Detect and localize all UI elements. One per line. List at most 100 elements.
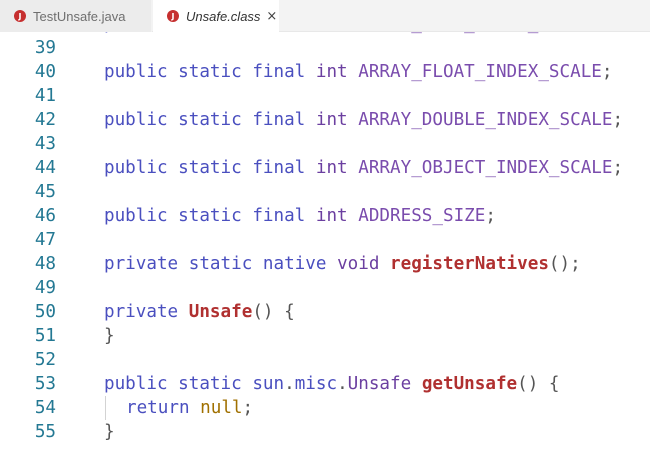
code-token: final (252, 110, 306, 130)
line-number: 42 (34, 110, 56, 130)
close-icon[interactable]: × (266, 9, 277, 24)
tab-bar: J TestUnsafe.java J Unsafe.class × (0, 0, 650, 32)
line-number: 55 (34, 422, 56, 442)
code-line: 46 public static final int ADDRESS_SIZE; (0, 204, 650, 228)
code-text: public static final int ARRAY_OBJECT_IND… (104, 156, 623, 180)
code-token: return (126, 398, 190, 418)
code-text: public static final int ADDRESS_SIZE; (104, 204, 496, 228)
code-line: 41 (0, 84, 650, 108)
code-token: Unsafe (188, 302, 253, 322)
code-text: } (104, 420, 115, 444)
line-number: 50 (34, 302, 56, 322)
code-editor[interactable]: 38public static final int ARRAY_LONG_IND… (0, 32, 650, 453)
code-token: int (316, 32, 348, 34)
tab-testunsafe-java[interactable]: J TestUnsafe.java (0, 0, 152, 32)
line-number: 53 (34, 374, 56, 394)
code-token: getUnsafe (421, 374, 518, 394)
code-token: native (262, 254, 327, 274)
code-token: final (252, 158, 306, 178)
code-token: (); (548, 254, 581, 274)
line-number: 39 (34, 38, 56, 58)
code-line: 52 (0, 348, 650, 372)
code-token: final (252, 32, 305, 34)
code-token: ARRAY_FLOAT_INDEX_SCALE (358, 62, 602, 82)
code-line: 54 return null; (0, 396, 650, 420)
code-line: 55} (0, 420, 650, 444)
code-token: () { (517, 374, 560, 394)
code-token: public (104, 158, 168, 178)
code-token: ; (591, 32, 602, 34)
code-text: return null; (126, 396, 253, 420)
code-token: ARRAY_DOUBLE_INDEX_SCALE (358, 110, 613, 130)
code-token: } (104, 326, 115, 346)
code-text: public static final int ARRAY_FLOAT_INDE… (104, 60, 612, 84)
code-token: private (104, 302, 179, 322)
line-number: 51 (34, 326, 56, 346)
code-token: void (337, 254, 380, 274)
line-number: 40 (34, 62, 56, 82)
code-text: } (104, 324, 115, 348)
code-token: final (252, 62, 306, 82)
line-number: 44 (34, 158, 56, 178)
code-token: Unsafe (347, 374, 412, 394)
code-token: static (178, 206, 242, 226)
java-file-icon: J (14, 10, 26, 22)
code-token: final (252, 206, 306, 226)
code-line: 45 (0, 180, 650, 204)
code-line: 47 (0, 228, 650, 252)
code-token: static (178, 62, 242, 82)
code-line: 39 (0, 36, 650, 60)
code-token: public (104, 110, 168, 130)
code-line: 44 public static final int ARRAY_OBJECT_I… (0, 156, 650, 180)
code-token: private (104, 254, 179, 274)
code-token: ; (612, 110, 624, 130)
code-token: () { (252, 302, 295, 322)
indent-guide (105, 396, 106, 420)
code-line: 43 (0, 132, 650, 156)
code-token: registerNatives (390, 254, 549, 274)
code-line: 49 (0, 276, 650, 300)
tab-label: TestUnsafe.java (33, 8, 126, 24)
line-number: 49 (34, 278, 56, 298)
code-token: static (178, 374, 242, 394)
code-token: null (200, 398, 243, 418)
code-token: . (337, 374, 348, 394)
code-line: 42 public static final int ARRAY_DOUBLE_I… (0, 108, 650, 132)
tab-unsafe-class[interactable]: J Unsafe.class × (153, 0, 279, 32)
line-number: 46 (34, 206, 56, 226)
code-token: int (315, 110, 348, 130)
code-token: ARRAY_OBJECT_INDEX_SCALE (358, 158, 613, 178)
tab-label: Unsafe.class (186, 8, 261, 24)
line-number: 41 (34, 86, 56, 106)
code-token: . (284, 374, 295, 394)
code-token: ; (612, 158, 624, 178)
code-token: int (315, 158, 348, 178)
code-token: ; (601, 62, 613, 82)
code-token: static (188, 254, 253, 274)
line-number: 47 (34, 230, 56, 250)
code-token: int (315, 62, 348, 82)
line-number: 48 (34, 254, 56, 274)
code-token: ARRAY_LONG_INDEX_SCALE (358, 32, 591, 34)
